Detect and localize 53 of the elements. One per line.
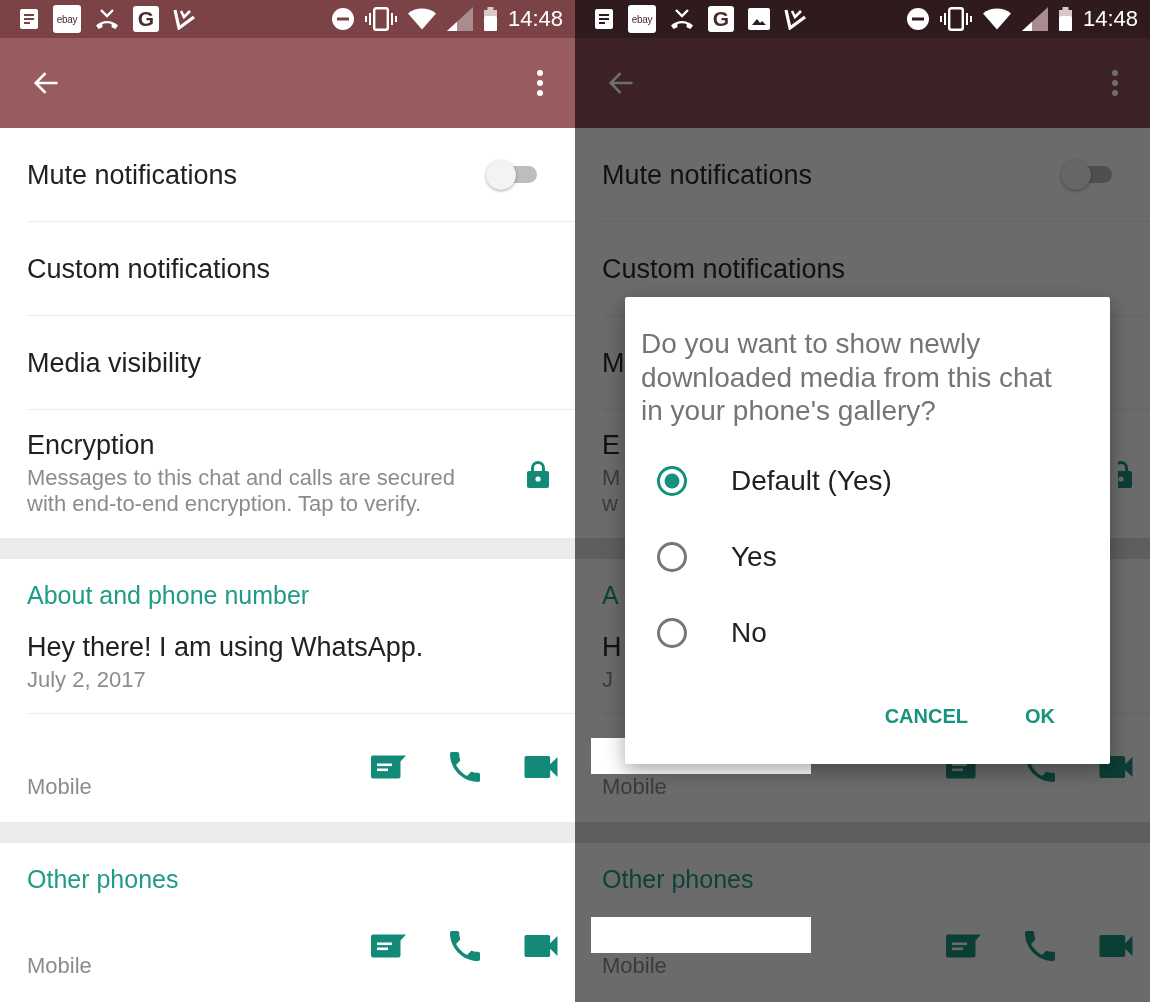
section-header: A	[602, 581, 619, 609]
about-text: H	[602, 632, 622, 662]
status-time: 14:48	[507, 6, 563, 32]
missed-call-icon	[95, 8, 119, 30]
section-header: Other phones	[602, 865, 754, 893]
more-options-icon[interactable]	[1112, 70, 1118, 96]
lock-icon	[1118, 459, 1132, 488]
signal-icon	[1021, 7, 1048, 31]
setting-label[interactable]: Mute notifications	[602, 159, 813, 190]
document-icon	[594, 8, 614, 30]
setting-label[interactable]: Media visibility	[27, 347, 202, 378]
document-icon	[19, 8, 39, 30]
date-text: July 2, 2017	[27, 667, 146, 693]
setting-label[interactable]: Custom notifications	[602, 253, 846, 284]
checkmark-icon	[173, 8, 195, 30]
status-time: 14:48	[1082, 6, 1138, 32]
signal-icon	[446, 7, 473, 31]
do-not-disturb-icon	[906, 8, 929, 30]
battery-icon	[483, 7, 497, 31]
phone-type-label: Mobile	[27, 774, 92, 800]
phone-type-label: Mobile	[27, 953, 92, 979]
do-not-disturb-icon	[331, 8, 354, 30]
wifi-icon	[982, 8, 1011, 30]
lock-icon	[527, 459, 549, 488]
section-header: Other phones	[27, 865, 179, 893]
radio-button[interactable]	[657, 617, 687, 648]
app-icon: G	[708, 6, 734, 32]
setting-label[interactable]: Mute notifications	[27, 159, 238, 190]
missed-call-icon	[670, 8, 694, 30]
image-icon	[748, 8, 770, 30]
setting-label[interactable]: Custom notifications	[27, 253, 271, 284]
back-arrow-icon[interactable]	[607, 70, 633, 96]
dialog-message: Do you want to show newly downloaded media from this chat in your phone's gallery?	[641, 327, 1053, 428]
dialog-button[interactable]: CANCEL	[872, 695, 980, 736]
setting-label[interactable]: Encryption	[27, 430, 155, 460]
wifi-icon	[407, 8, 436, 30]
app-icon: G	[133, 6, 159, 32]
vibrate-icon	[939, 7, 972, 31]
option-label[interactable]: No	[731, 616, 767, 649]
about-text: Hey there! I am using WhatsApp.	[27, 632, 424, 662]
more-options-icon[interactable]	[537, 70, 543, 96]
app-icon: ebay	[628, 5, 656, 33]
vibrate-icon	[364, 7, 397, 31]
app-icon: ebay	[53, 5, 81, 33]
section-header: About and phone number	[27, 581, 310, 609]
option-label[interactable]: Default (Yes)	[731, 464, 892, 497]
checkmark-icon	[784, 8, 806, 30]
radio-button[interactable]	[657, 465, 687, 496]
battery-icon	[1058, 7, 1072, 31]
dialog-button[interactable]: OK	[1013, 695, 1067, 736]
setting-description: Messages to this chat and calls are secured with end-to-end encryption. Tap to verify.	[27, 465, 455, 517]
option-label[interactable]: Yes	[731, 540, 777, 573]
radio-button[interactable]	[657, 541, 687, 572]
